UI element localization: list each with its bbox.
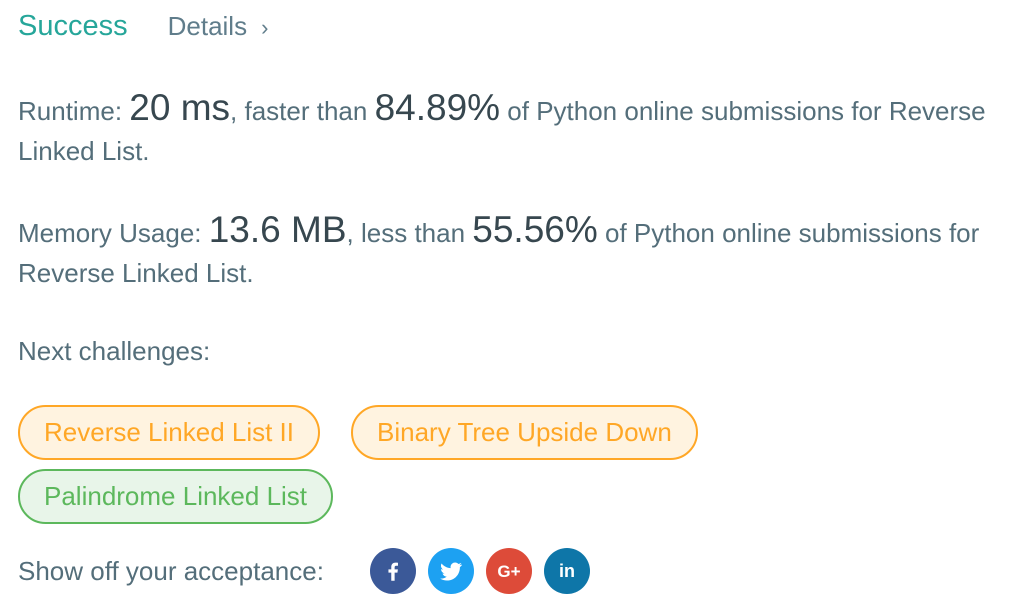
runtime-stat: Runtime: 20 ms, faster than 84.89% of Py…: [18, 88, 1003, 171]
google-plus-share-button[interactable]: G+: [485, 548, 532, 594]
svg-text:G+: G+: [497, 562, 520, 581]
status-text: Success: [18, 10, 128, 42]
share-section: Show off your acceptance: G+ in: [18, 548, 602, 594]
next-challenges-label: Next challenges:: [18, 336, 211, 366]
linkedin-icon: in: [559, 561, 575, 581]
runtime-value: 20 ms: [129, 87, 231, 128]
facebook-icon: [388, 562, 398, 581]
memory-comparison: , less than: [346, 218, 473, 248]
details-link[interactable]: Details ›: [168, 11, 269, 42]
challenge-binary-tree-upside-down[interactable]: Binary Tree Upside Down: [351, 405, 698, 460]
chevron-right-icon: ›: [261, 15, 269, 40]
memory-percentile: 55.56%: [472, 209, 598, 250]
challenge-palindrome-linked-list[interactable]: Palindrome Linked List: [18, 469, 334, 524]
svg-text:in: in: [559, 561, 575, 581]
twitter-icon: [439, 562, 462, 581]
runtime-label: Runtime:: [18, 96, 130, 126]
memory-stat: Memory Usage: 13.6 MB, less than 55.56% …: [18, 210, 1003, 293]
facebook-share-button[interactable]: [369, 548, 416, 594]
result-header: Success Details ›: [18, 10, 268, 43]
memory-label: Memory Usage:: [18, 218, 209, 248]
challenge-reverse-linked-list-ii[interactable]: Reverse Linked List II: [18, 405, 321, 460]
runtime-percentile: 84.89%: [374, 87, 501, 128]
linkedin-share-button[interactable]: in: [543, 548, 590, 594]
share-label: Show off your acceptance:: [18, 555, 324, 586]
twitter-share-button[interactable]: [427, 548, 474, 594]
details-label: Details: [167, 11, 248, 41]
memory-value: 13.6 MB: [208, 209, 347, 250]
runtime-comparison: , faster than: [230, 96, 375, 126]
google-plus-icon: G+: [497, 562, 520, 581]
